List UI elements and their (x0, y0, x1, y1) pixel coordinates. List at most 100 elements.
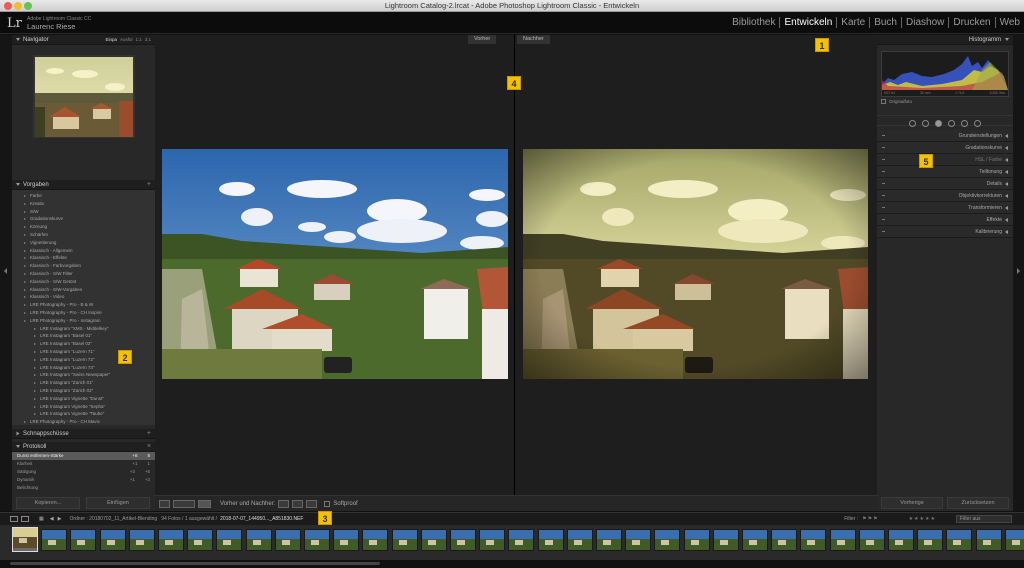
preset-item[interactable]: LRE Photography - Pro - Instagram (12, 317, 155, 325)
module-buch[interactable]: Buch (870, 17, 902, 28)
module-karte[interactable]: Karte (837, 17, 871, 28)
before-after-view-icon[interactable] (173, 499, 195, 508)
history-step[interactable]: Klarheit +1 1 (12, 460, 155, 468)
preset-item[interactable]: Körnung (12, 223, 155, 231)
histogram[interactable]: ISO 64 35 mm f / 5,6 1/250 Sek. (881, 51, 1009, 97)
filmstrip-thumbnail[interactable] (712, 529, 739, 551)
filmstrip-thumbnail[interactable] (946, 529, 973, 551)
preset-item[interactable]: LRE Instagram "Zürich 02" (12, 387, 155, 395)
module-bibliothek[interactable]: Bibliothek (728, 17, 781, 28)
filmstrip-thumbnail[interactable] (70, 529, 97, 551)
panel-section-9[interactable]: Kalibrierung (877, 226, 1013, 238)
secondary-display-2-icon[interactable] (21, 516, 29, 522)
filmstrip-thumbnail[interactable] (479, 529, 506, 551)
filmstrip-thumbnail[interactable] (566, 529, 593, 551)
filmstrip-thumbnail[interactable] (304, 529, 330, 551)
preset-item[interactable]: Klassisch - Effekte (12, 254, 155, 262)
filmstrip-thumbnail[interactable] (537, 529, 564, 551)
panel-switch-icon[interactable] (882, 147, 885, 148)
panel-section-7[interactable]: Transformieren (877, 202, 1013, 214)
softproof-checkbox[interactable] (324, 500, 331, 507)
panel-switch-icon[interactable] (882, 159, 885, 160)
filmstrip-scroll-thumb[interactable] (10, 562, 380, 565)
right-panel-edge[interactable] (1012, 35, 1024, 511)
panel-section-1[interactable]: Grundeinstellungen (877, 130, 1013, 142)
left-panel-edge[interactable] (0, 35, 12, 511)
filmstrip-thumbnail[interactable] (450, 529, 476, 551)
preset-item[interactable]: LRE Photography - Pro - B & W (12, 301, 155, 309)
back-arrow-icon[interactable]: ◀ (50, 516, 54, 522)
snapshots-header[interactable]: Schnappschüsse + (12, 429, 155, 439)
preset-item[interactable]: LRE Instagram "Basel 01" (12, 332, 155, 340)
copy-settings-button[interactable]: Kopieren... (16, 497, 80, 509)
filmstrip-thumbnail[interactable] (1004, 529, 1024, 551)
preset-item[interactable]: S/W (12, 208, 155, 216)
filmstrip-thumbnail[interactable] (420, 529, 447, 551)
filmstrip[interactable] (0, 525, 1024, 560)
panel-section-8[interactable]: Effekte (877, 214, 1013, 226)
filmstrip-thumbnail[interactable] (596, 529, 622, 551)
filmstrip-thumbnail[interactable] (333, 529, 360, 551)
preset-item[interactable]: LRE Instagram Vignette "Taube" (12, 410, 155, 418)
radial-filter-tool-icon[interactable] (961, 120, 968, 127)
panel-switch-icon[interactable] (882, 183, 885, 184)
panel-section-5[interactable]: Details (877, 178, 1013, 190)
flag-filter-icon[interactable]: ⚑⚑⚑ (862, 516, 878, 522)
filmstrip-thumbnail[interactable] (12, 527, 38, 552)
preset-item[interactable]: LRE Instagram "Zürich 01" (12, 379, 155, 387)
preset-item[interactable]: LRE Instagram "XMS - Middelkey" (12, 325, 155, 333)
panel-switch-icon[interactable] (882, 219, 885, 220)
preset-item[interactable]: LRE Instagram "Swiss Newspaper" (12, 371, 155, 379)
filmstrip-thumbnail[interactable] (41, 529, 68, 551)
panel-switch-icon[interactable] (882, 231, 885, 232)
preset-item[interactable]: Schärfen (12, 231, 155, 239)
preset-item[interactable]: LRE Instagram "Luzern 72" (12, 356, 155, 364)
history-step[interactable]: Dynamik +1 +2 (12, 476, 155, 484)
star-filter-icon[interactable]: ★★★★★ (909, 516, 936, 522)
panel-switch-icon[interactable] (882, 195, 885, 196)
panel-section-2[interactable]: Gradationskurve (877, 142, 1013, 154)
adjustment-brush-tool-icon[interactable] (974, 120, 981, 127)
graduated-filter-tool-icon[interactable] (948, 120, 955, 127)
navigator-zoom-options[interactable]: Einpa Ausfül 1:1 3:1 (102, 37, 151, 42)
collapse-right-arrow-icon[interactable] (1017, 268, 1020, 274)
preset-item[interactable]: Gradationskurve (12, 215, 155, 223)
panel-section-4[interactable]: Teiltonung (877, 166, 1013, 178)
add-preset-icon[interactable]: + (147, 181, 151, 188)
preset-item[interactable]: Klassisch - S/W-Vorgaben (12, 286, 155, 294)
filmstrip-thumbnail[interactable] (654, 529, 681, 551)
zoom-option[interactable]: Ausfül (120, 37, 133, 42)
spot-removal-tool-icon[interactable] (922, 120, 929, 127)
red-eye-tool-icon[interactable] (935, 120, 942, 127)
navigator-preview[interactable] (32, 55, 135, 138)
filmstrip-thumbnail[interactable] (625, 529, 652, 551)
original-photo-checkbox[interactable] (881, 99, 886, 104)
filmstrip-thumbnail[interactable] (771, 529, 798, 551)
filmstrip-thumbnail[interactable] (742, 529, 768, 551)
filmstrip-thumbnail[interactable] (858, 529, 885, 551)
history-step[interactable]: Sättigung +3 +5 (12, 468, 155, 476)
preset-item[interactable]: Kreativ (12, 200, 155, 208)
filmstrip-thumbnail[interactable] (158, 529, 184, 551)
presets-header[interactable]: Vorgaben + (12, 180, 155, 190)
preset-item[interactable]: LRE Photography - Pro - CH Inspire (12, 309, 155, 317)
preset-item[interactable]: Klassisch - S/W Filter (12, 270, 155, 278)
preset-item[interactable]: Klassisch - Allgemein (12, 247, 155, 255)
filmstrip-thumbnail[interactable] (888, 529, 914, 551)
forward-arrow-icon[interactable]: ▶ (58, 516, 62, 522)
preset-item[interactable]: Klassisch - S/W Getönt (12, 278, 155, 286)
filmstrip-thumbnail[interactable] (800, 529, 827, 551)
zoom-option[interactable]: Einpa (105, 37, 117, 42)
preset-item[interactable]: Farbe (12, 192, 155, 200)
previous-settings-button[interactable]: Vorherige (881, 497, 943, 509)
preset-item[interactable]: LRE Instagram "Luzern 71" (12, 348, 155, 356)
paste-settings-button[interactable]: Einfügen (86, 497, 150, 509)
filmstrip-thumbnail[interactable] (683, 529, 710, 551)
clear-history-icon[interactable]: × (147, 443, 151, 450)
history-step[interactable]: Belichtung (12, 484, 155, 492)
history-step[interactable]: Dunst entfernen-Stärke +8 8 (12, 452, 155, 460)
preset-item[interactable]: Vignettierung (12, 239, 155, 247)
panel-switch-icon[interactable] (882, 171, 885, 172)
reset-button[interactable]: Zurücksetzen (947, 497, 1009, 509)
grid-view-icon[interactable]: ▦ (39, 516, 44, 522)
